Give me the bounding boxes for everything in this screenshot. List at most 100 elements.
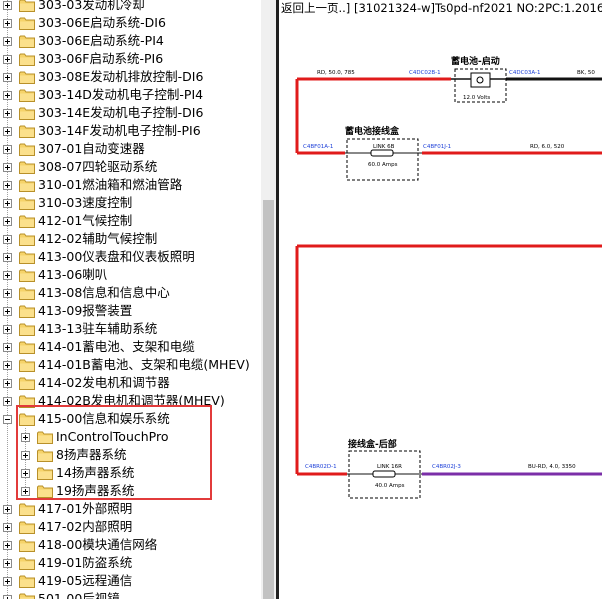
expand-icon[interactable] xyxy=(3,36,12,46)
folder-icon xyxy=(19,323,35,336)
battery-voltage: 12.0 Volts xyxy=(463,95,490,101)
expand-icon[interactable] xyxy=(3,558,12,568)
expand-icon[interactable] xyxy=(3,126,12,136)
diagram-header[interactable]: 返回上一页..] [31021324-w]Ts0pd-nf2021 NO:2PC… xyxy=(281,0,602,16)
tree-item[interactable]: 414-01B蓄电池、支架和电缆(MHEV) xyxy=(3,356,250,374)
expand-icon[interactable] xyxy=(3,324,12,334)
expand-icon[interactable] xyxy=(3,306,12,316)
tree-item-label: 419-01防盗系统 xyxy=(38,555,133,570)
tree-item-label: 414-01蓄电池、支架和电缆 xyxy=(38,339,195,354)
folder-icon xyxy=(19,251,35,264)
expand-icon[interactable] xyxy=(3,18,12,28)
folder-icon xyxy=(19,71,35,84)
tree-item-label: 417-01外部照明 xyxy=(38,501,133,516)
expand-icon[interactable] xyxy=(3,54,12,64)
tree-item[interactable]: 303-14F发动机电子控制-PI6 xyxy=(3,122,201,140)
tree-item-label: 418-00模块通信网络 xyxy=(38,537,158,552)
tree-item-label: 310-01燃油箱和燃油管路 xyxy=(38,177,183,192)
tree-item[interactable]: 307-01自动变速器 xyxy=(3,140,145,158)
tree-item[interactable]: 303-06E启动系统-DI6 xyxy=(3,14,166,32)
fusebox1-left-connector: C4BF01A-1 xyxy=(303,144,333,150)
expand-icon[interactable] xyxy=(3,396,12,406)
tree-panel[interactable]: 303-03发动机冷却 303-06E启动系统-DI6 303-06E启动系统-PI… xyxy=(0,0,261,599)
tree-item[interactable]: 310-03速度控制 xyxy=(3,194,132,212)
tree-item[interactable]: 418-00模块通信网络 xyxy=(3,536,157,554)
folder-icon xyxy=(19,305,35,318)
tree-item[interactable]: 303-14D发动机电子控制-PI4 xyxy=(3,86,203,104)
battery-right-connector: C4DC03A-1 xyxy=(509,70,541,76)
tree-item[interactable]: 412-01气候控制 xyxy=(3,212,132,230)
folder-icon xyxy=(19,377,35,390)
tree-item[interactable]: 303-14E发动机电子控制-DI6 xyxy=(3,104,203,122)
tree-item[interactable]: 413-00仪表盘和仪表板照明 xyxy=(3,248,195,266)
expand-icon[interactable] xyxy=(3,504,12,514)
folder-icon xyxy=(19,35,35,48)
folder-icon xyxy=(19,233,35,246)
tree-item-label: 303-08E发动机排放控制-DI6 xyxy=(38,69,204,84)
tree-item[interactable]: 413-13驻车辅助系统 xyxy=(3,320,157,338)
tree-item[interactable]: 417-01外部照明 xyxy=(3,500,132,518)
expand-icon[interactable] xyxy=(3,90,12,100)
tree-item[interactable]: 303-06E启动系统-PI4 xyxy=(3,32,164,50)
tree-item[interactable]: 419-05远程通信 xyxy=(3,572,132,590)
expand-icon[interactable] xyxy=(3,198,12,208)
tree-item[interactable]: 413-08信息和信息中心 xyxy=(3,284,170,302)
scrollbar-thumb[interactable] xyxy=(263,200,274,599)
tree-item[interactable]: 413-06喇叭 xyxy=(3,266,107,284)
tree-item-label: 413-00仪表盘和仪表板照明 xyxy=(38,249,195,264)
tree-item[interactable]: 414-01蓄电池、支架和电缆 xyxy=(3,338,195,356)
fusebox2-rating: 40.0 Amps xyxy=(375,483,405,489)
tree-item-label: 413-13驻车辅助系统 xyxy=(38,321,158,336)
fusebox1-title: 蓄电池接线盒 xyxy=(345,125,400,137)
folder-icon xyxy=(19,161,35,174)
expand-icon[interactable] xyxy=(3,594,12,599)
folder-icon xyxy=(19,53,35,66)
expand-icon[interactable] xyxy=(3,270,12,280)
expand-icon[interactable] xyxy=(3,0,12,10)
expand-icon[interactable] xyxy=(3,360,12,370)
wiring-diagram-svg: 蓄电池-启动 12.0 Volts RD, 50.0, 785 C4DC02B-… xyxy=(295,55,602,499)
expand-icon[interactable] xyxy=(3,234,12,244)
expand-icon[interactable] xyxy=(3,180,12,190)
folder-icon xyxy=(19,197,35,210)
tree-item[interactable]: 413-09报警装置 xyxy=(3,302,132,320)
expand-icon[interactable] xyxy=(3,342,12,352)
expand-icon[interactable] xyxy=(3,252,12,262)
tree-item[interactable]: 303-06F启动系统-PI6 xyxy=(3,50,163,68)
folder-icon xyxy=(19,143,35,156)
expand-icon[interactable] xyxy=(3,108,12,118)
tree-item[interactable]: 419-01防盗系统 xyxy=(3,554,132,572)
expand-icon[interactable] xyxy=(3,540,12,550)
tree-scrollbar[interactable] xyxy=(261,0,276,599)
expand-icon[interactable] xyxy=(3,378,12,388)
tree-item[interactable]: 414-02发电机和调节器 xyxy=(3,374,170,392)
selection-highlight xyxy=(16,405,212,500)
expand-icon[interactable] xyxy=(3,522,12,532)
tree-item-label: 413-09报警装置 xyxy=(38,303,133,318)
tree-item[interactable]: 303-08E发动机排放控制-DI6 xyxy=(3,68,203,86)
collapse-icon[interactable] xyxy=(3,414,12,424)
fusebox2-title: 接线盒-后部 xyxy=(348,438,397,450)
battery-symbol xyxy=(470,72,491,88)
tree-item-label: 310-03速度控制 xyxy=(38,195,133,210)
tree-item[interactable]: 303-03发动机冷却 xyxy=(3,0,145,14)
fusebox2-fuse-icon xyxy=(372,470,396,478)
folder-icon xyxy=(19,359,35,372)
tree-item-label: 307-01自动变速器 xyxy=(38,141,145,156)
expand-icon[interactable] xyxy=(3,144,12,154)
fusebox1-wire-label: RD, 6.0, 520 xyxy=(530,144,565,150)
tree-item[interactable]: 417-02内部照明 xyxy=(3,518,132,536)
tree-item[interactable]: 308-07四轮驱动系统 xyxy=(3,158,157,176)
tree-item-label: 417-02内部照明 xyxy=(38,519,133,534)
folder-icon xyxy=(19,89,35,102)
expand-icon[interactable] xyxy=(3,576,12,586)
folder-icon xyxy=(19,539,35,552)
expand-icon[interactable] xyxy=(3,72,12,82)
expand-icon[interactable] xyxy=(3,216,12,226)
battery-title: 蓄电池-启动 xyxy=(451,55,500,67)
tree-item[interactable]: 310-01燃油箱和燃油管路 xyxy=(3,176,182,194)
tree-item[interactable]: 501-00后视镜 xyxy=(3,590,120,599)
expand-icon[interactable] xyxy=(3,288,12,298)
tree-item[interactable]: 412-02辅助气候控制 xyxy=(3,230,157,248)
expand-icon[interactable] xyxy=(3,162,12,172)
